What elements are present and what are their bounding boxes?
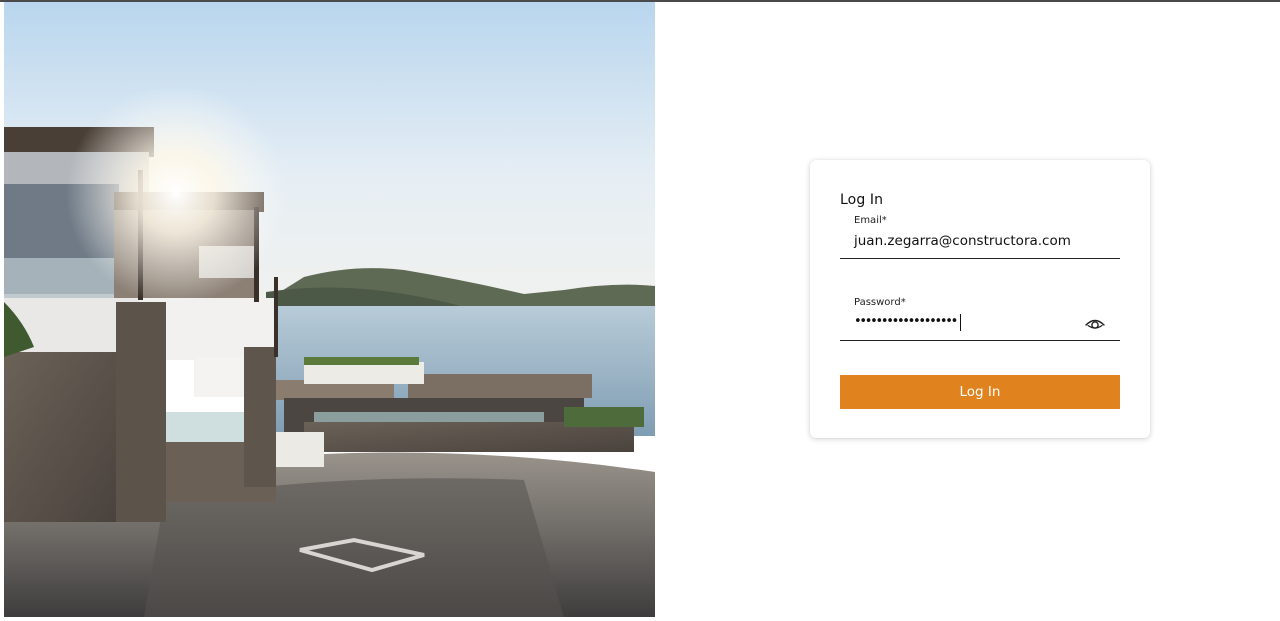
password-field[interactable]: Password* ••••••••••••••••••• [840, 296, 1120, 341]
login-button[interactable]: Log In [840, 375, 1120, 409]
password-input[interactable]: ••••••••••••••••••• [854, 314, 958, 329]
text-caret [960, 314, 961, 331]
login-card: Log In Email* juan.zegarra@constructora.… [810, 160, 1150, 438]
email-input[interactable]: juan.zegarra@constructora.com [854, 233, 1071, 249]
email-field[interactable]: Email* juan.zegarra@constructora.com [840, 214, 1120, 259]
eye-icon[interactable] [1084, 316, 1106, 332]
login-title: Log In [840, 192, 884, 208]
hero-image [4, 2, 655, 617]
email-label: Email* [854, 215, 887, 226]
password-label: Password* [854, 297, 906, 308]
